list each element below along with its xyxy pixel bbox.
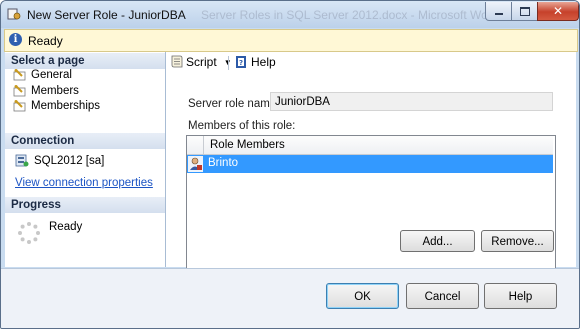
help-toolbar-label: Help: [251, 55, 276, 69]
help-button-label: Help: [508, 291, 533, 303]
ok-button[interactable]: OK: [326, 283, 399, 309]
remove-button-label: Remove...: [491, 236, 544, 248]
script-label: Script: [186, 55, 217, 69]
role-members-grid[interactable]: Role Members Brinto: [186, 135, 556, 277]
remove-button[interactable]: Remove...: [481, 230, 554, 252]
connection-server-label: SQL2012 [sa]: [34, 154, 105, 167]
page-item-label: Memberships: [31, 100, 101, 112]
script-icon: [171, 55, 183, 68]
toolbar: Script ▼ ? Help: [166, 52, 576, 74]
help-button[interactable]: Help: [484, 283, 557, 309]
add-button[interactable]: Add...: [400, 230, 475, 252]
ok-button-label: OK: [354, 291, 371, 303]
server-connection-icon: [15, 154, 29, 167]
status-bar: i Ready: [4, 29, 578, 52]
view-connection-properties-link[interactable]: View connection properties: [15, 177, 153, 189]
select-page-header: Select a page: [5, 53, 165, 69]
member-name: Brinto: [208, 157, 239, 169]
role-name-field: JuniorDBA: [270, 92, 553, 111]
close-button[interactable]: ✕: [537, 2, 579, 21]
page-item-members[interactable]: Members: [13, 85, 79, 97]
title-bar[interactable]: Server Roles in SQL Server 2012.docx - M…: [1, 1, 579, 28]
progress-status: Ready: [49, 221, 83, 233]
background-window-title: Server Roles in SQL Server 2012.docx - M…: [201, 8, 499, 22]
page-item-memberships[interactable]: Memberships: [13, 100, 100, 112]
grid-header-corner: [187, 136, 204, 154]
maximize-button[interactable]: [511, 2, 538, 21]
maximize-icon: [519, 6, 530, 16]
dialog-window: Server Roles in SQL Server 2012.docx - M…: [0, 0, 580, 329]
role-name-label: Server role name:: [188, 98, 280, 110]
window-title: New Server Role - JuniorDBA: [27, 8, 186, 22]
server-role-icon: [7, 8, 21, 20]
cancel-button-label: Cancel: [424, 291, 461, 303]
progress-spinner-icon: [18, 222, 40, 244]
status-text: Ready: [28, 34, 63, 48]
cancel-button[interactable]: Cancel: [406, 283, 479, 309]
page-item-label: Members: [31, 85, 79, 97]
wrench-page-icon: [13, 69, 26, 81]
members-label: Members of this role:: [188, 120, 296, 132]
left-pane: Select a page General Members Membership…: [5, 52, 166, 267]
minimize-icon: [494, 13, 503, 15]
close-icon: ✕: [552, 4, 564, 18]
page-item-label: General: [31, 69, 72, 81]
page-item-general[interactable]: General: [13, 69, 72, 81]
wrench-page-icon: [13, 100, 26, 112]
help-toolbar-button[interactable]: ? Help: [234, 55, 276, 69]
connection-header: Connection: [5, 133, 165, 149]
svg-text:?: ?: [239, 59, 243, 67]
minimize-button[interactable]: [485, 2, 512, 21]
wrench-page-icon: [13, 85, 26, 97]
add-button-label: Add...: [422, 236, 453, 248]
toolbar-separator: [228, 56, 229, 70]
grid-header: Role Members: [187, 136, 553, 155]
progress-header: Progress: [5, 197, 165, 213]
script-button[interactable]: Script ▼: [169, 55, 232, 69]
user-login-icon: [188, 156, 203, 172]
grid-header-role-members[interactable]: Role Members: [210, 139, 285, 151]
connection-server: SQL2012 [sa]: [15, 154, 104, 167]
table-row[interactable]: Brinto: [187, 155, 553, 173]
info-icon: i: [9, 33, 22, 46]
help-book-icon: ?: [236, 56, 246, 68]
